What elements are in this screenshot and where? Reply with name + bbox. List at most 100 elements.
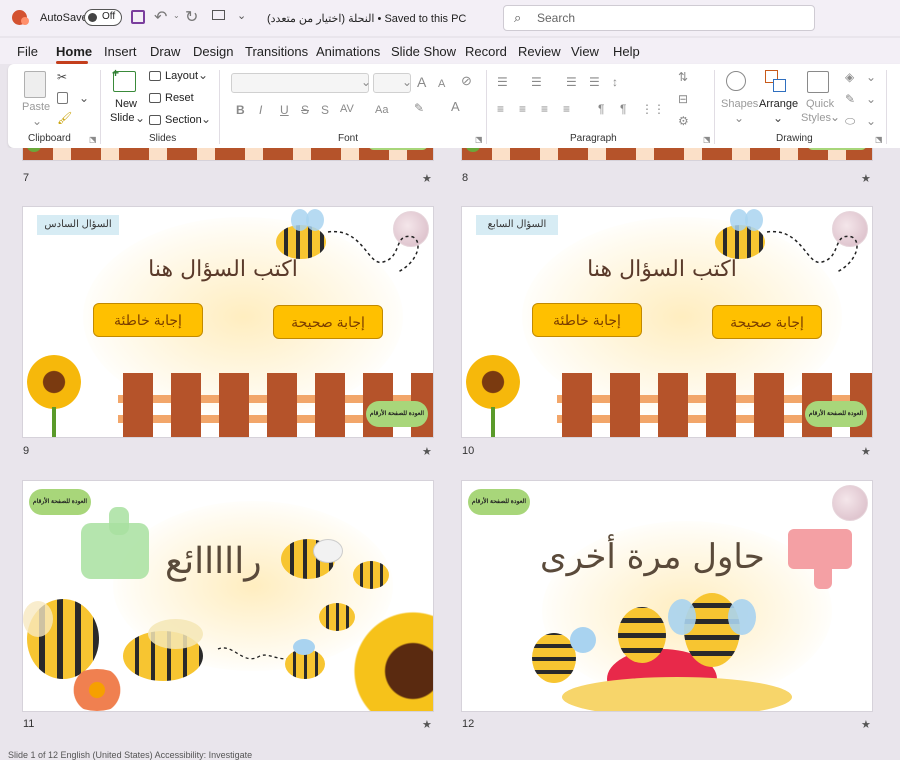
shapes-label[interactable]: Shapes xyxy=(721,98,758,110)
animation-star-icon[interactable]: ★ xyxy=(861,172,871,185)
new-slide-label-1[interactable]: New xyxy=(115,98,137,110)
underline-button[interactable]: U xyxy=(280,103,289,117)
strikethrough-button[interactable]: S xyxy=(301,103,309,117)
animation-star-icon[interactable]: ★ xyxy=(422,718,432,731)
tab-record[interactable]: Record xyxy=(465,44,507,59)
paste-icon[interactable] xyxy=(24,71,46,98)
shapes-icon[interactable] xyxy=(726,71,746,91)
rtl-icon[interactable]: ¶ xyxy=(620,102,626,116)
shape-outline-icon[interactable]: ✎ xyxy=(845,92,855,106)
reset-label[interactable]: Reset xyxy=(165,92,194,104)
font-color-icon[interactable]: A xyxy=(451,100,460,114)
section-dropdown-icon[interactable]: ⌄ xyxy=(201,112,211,126)
tab-view[interactable]: View xyxy=(571,44,599,59)
animation-star-icon[interactable]: ★ xyxy=(422,445,432,458)
undo-dropdown-icon[interactable]: ⌄ xyxy=(173,11,180,20)
shape-effects-icon[interactable]: ⬭ xyxy=(845,114,855,128)
text-direction-icon[interactable]: ⇅ xyxy=(678,70,688,84)
tab-slide-show[interactable]: Slide Show xyxy=(391,44,456,59)
paste-label[interactable]: Paste xyxy=(22,101,50,113)
back-to-numbers-button[interactable]: العودة للصفحة الأرقام xyxy=(29,489,91,515)
save-icon[interactable] xyxy=(131,10,145,24)
format-painter-icon[interactable]: 🖌 xyxy=(57,111,72,125)
slide-thumbnail-9[interactable]: السؤال السادس اكتب السؤال هنا إجابة خاطئ… xyxy=(23,207,433,437)
tab-design[interactable]: Design xyxy=(193,44,233,59)
animation-star-icon[interactable]: ★ xyxy=(861,445,871,458)
ltr-icon[interactable]: ¶ xyxy=(598,102,604,116)
quick-styles-icon[interactable] xyxy=(807,71,829,93)
justify-icon[interactable]: ≡ xyxy=(563,102,570,116)
copy-dropdown-icon[interactable]: ⌄ xyxy=(79,91,89,105)
decrease-indent-icon[interactable]: ☰ xyxy=(566,75,577,89)
layout-label[interactable]: Layout xyxy=(165,70,198,82)
line-spacing-icon[interactable]: ↕ xyxy=(612,75,618,89)
redo-icon[interactable]: ↻ xyxy=(185,7,198,27)
search-box[interactable]: ⌕ Search xyxy=(503,5,815,31)
section-icon[interactable] xyxy=(149,115,161,125)
shape-fill-icon[interactable]: ◈ xyxy=(845,70,854,84)
slide-thumbnail-7[interactable] xyxy=(23,148,433,160)
copy-icon[interactable] xyxy=(57,92,68,104)
new-slide-dropdown-icon[interactable]: ⌄ xyxy=(135,111,145,125)
clipboard-launcher-icon[interactable]: ⬔ xyxy=(89,133,97,147)
slide-thumbnail-11[interactable]: العودة للصفحة الأرقام رااااائع xyxy=(23,481,433,711)
present-icon[interactable] xyxy=(212,10,225,20)
slide-thumbnail-8[interactable] xyxy=(462,148,872,160)
shapes-dropdown-icon[interactable]: ⌄ xyxy=(734,111,744,125)
align-right-icon[interactable]: ≡ xyxy=(541,102,548,116)
customize-qat-icon[interactable]: ⌄ xyxy=(237,9,246,22)
tab-transitions[interactable]: Transitions xyxy=(245,44,308,59)
tab-draw[interactable]: Draw xyxy=(150,44,180,59)
reset-icon[interactable] xyxy=(149,93,161,103)
back-to-numbers-button[interactable]: العودة للصفحة الأرقام xyxy=(805,401,867,427)
autosave-toggle[interactable]: Off xyxy=(84,9,122,26)
back-to-numbers-button[interactable]: العودة للصفحة الأرقام xyxy=(366,401,428,427)
shadow-button[interactable]: S xyxy=(321,103,329,117)
quick-styles-dropdown-icon[interactable]: ⌄ xyxy=(830,110,840,124)
font-name-combo[interactable] xyxy=(231,73,369,93)
increase-indent-icon[interactable]: ☰ xyxy=(589,75,600,89)
grow-font-icon[interactable]: A xyxy=(417,75,426,89)
layout-dropdown-icon[interactable]: ⌄ xyxy=(198,68,208,82)
back-to-numbers-button[interactable]: العودة للصفحة الأرقام xyxy=(468,489,530,515)
italic-button[interactable]: I xyxy=(259,103,262,117)
smartart-icon[interactable]: ⚙ xyxy=(678,114,689,128)
tab-review[interactable]: Review xyxy=(518,44,561,59)
bullets-icon[interactable]: ☰ xyxy=(497,75,508,89)
align-left-icon[interactable]: ≡ xyxy=(497,102,504,116)
clear-format-icon[interactable]: ⊘ xyxy=(461,74,472,88)
animation-star-icon[interactable]: ★ xyxy=(861,718,871,731)
wrong-answer-button[interactable]: إجابة خاطئة xyxy=(93,303,203,337)
arrange-label[interactable]: Arrange xyxy=(759,98,798,110)
paragraph-launcher-icon[interactable]: ⬔ xyxy=(703,133,711,147)
tab-insert[interactable]: Insert xyxy=(104,44,137,59)
font-launcher-icon[interactable]: ⬔ xyxy=(475,133,483,147)
shrink-font-icon[interactable]: A xyxy=(438,77,445,91)
cut-icon[interactable]: ✂ xyxy=(57,70,67,84)
effects-dropdown-icon[interactable]: ⌄ xyxy=(866,114,876,128)
align-center-icon[interactable]: ≡ xyxy=(519,102,526,116)
quick-styles-label-1[interactable]: Quick xyxy=(806,98,834,110)
drawing-launcher-icon[interactable]: ⬔ xyxy=(875,133,883,147)
tab-home[interactable]: Home xyxy=(56,44,92,59)
undo-icon[interactable]: ↶ xyxy=(154,7,167,27)
wrong-answer-button[interactable]: إجابة خاطئة xyxy=(532,303,642,337)
slide-thumbnail-10[interactable]: السؤال السابع اكتب السؤال هنا إجابة خاطئ… xyxy=(462,207,872,437)
tab-file[interactable]: File xyxy=(17,44,38,59)
right-answer-button[interactable]: إجابة صحيحة xyxy=(273,305,383,339)
quick-styles-label-2[interactable]: Styles xyxy=(801,112,831,124)
font-name-dropdown-icon[interactable]: ⌄ xyxy=(361,75,371,89)
right-answer-button[interactable]: إجابة صحيحة xyxy=(712,305,822,339)
paste-dropdown-icon[interactable]: ⌄ xyxy=(32,114,42,128)
arrange-dropdown-icon[interactable]: ⌄ xyxy=(773,111,783,125)
animation-star-icon[interactable]: ★ xyxy=(422,172,432,185)
new-slide-label-2[interactable]: Slide xyxy=(110,112,134,124)
slide-thumbnail-12[interactable]: العودة للصفحة الأرقام حاول مرة أخرى xyxy=(462,481,872,711)
align-text-icon[interactable]: ⊟ xyxy=(678,92,688,106)
layout-icon[interactable] xyxy=(149,71,161,81)
outline-dropdown-icon[interactable]: ⌄ xyxy=(866,92,876,106)
char-spacing-button[interactable]: AV xyxy=(340,102,354,116)
columns-icon[interactable]: ⋮⋮ xyxy=(641,102,665,116)
fill-dropdown-icon[interactable]: ⌄ xyxy=(866,70,876,84)
font-size-dropdown-icon[interactable]: ⌄ xyxy=(402,75,412,89)
